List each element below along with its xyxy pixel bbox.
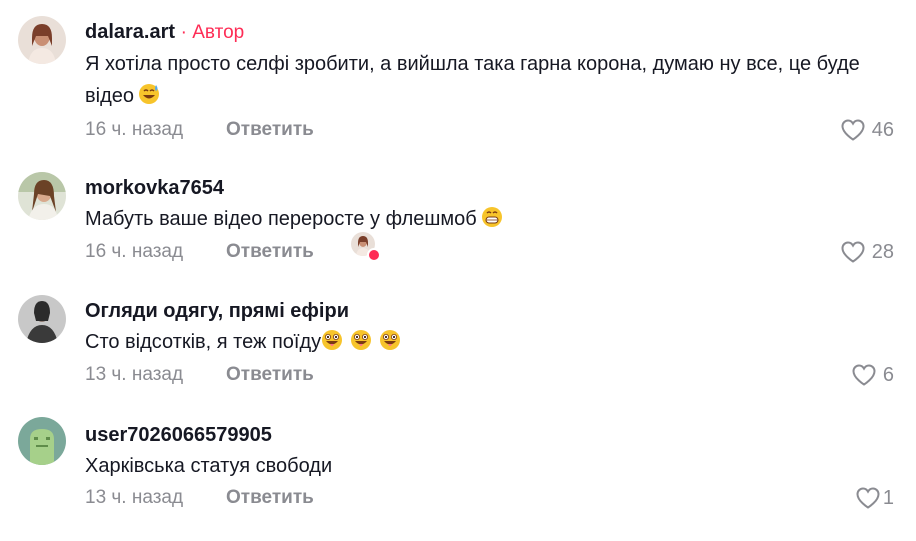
heart-icon bbox=[855, 486, 881, 510]
comment-header: user7026066579905 bbox=[85, 421, 896, 449]
timestamp: 16 ч. назад bbox=[85, 241, 184, 262]
comment-header: Огляди одягу, прямі ефіри bbox=[85, 297, 896, 325]
comment-meta: 13 ч. назад Ответить 6 bbox=[85, 361, 894, 389]
comment-item: morkovka7654 Мабуть ваше відео переросте… bbox=[0, 170, 916, 270]
heart-icon bbox=[851, 363, 877, 387]
comment-body: morkovka7654 Мабуть ваше відео переросте… bbox=[85, 174, 896, 235]
zany-face-emoji-icon bbox=[380, 330, 401, 350]
comment-header: dalara.art · Автор bbox=[85, 18, 896, 47]
avatar[interactable] bbox=[18, 295, 66, 343]
timestamp: 13 ч. назад bbox=[85, 487, 184, 508]
comment-meta: 13 ч. назад Ответить 1 bbox=[85, 484, 894, 512]
heart-badge-icon bbox=[367, 248, 381, 262]
comment-meta: 16 ч. назад Ответить 28 bbox=[85, 232, 894, 266]
comment-item: Огляди одягу, прямі ефіри Сто відсотків,… bbox=[0, 293, 916, 393]
like-count: 28 bbox=[871, 241, 894, 263]
comment-text-content: Я хотіла просто селфі зробити, а вийшла … bbox=[85, 53, 860, 107]
like-count: 46 bbox=[871, 119, 894, 141]
comment-meta: 16 ч. назад Ответить 46 bbox=[85, 116, 894, 144]
comment-body: Огляди одягу, прямі ефіри Сто відсотків,… bbox=[85, 297, 896, 358]
comment-text-content: Сто відсотків, я теж поїду bbox=[85, 331, 322, 353]
comment-item: dalara.art · Автор Я хотіла просто селфі… bbox=[0, 14, 916, 141]
avatar[interactable] bbox=[18, 172, 66, 220]
avatar[interactable] bbox=[18, 417, 66, 465]
username[interactable]: morkovka7654 bbox=[85, 177, 224, 199]
comment-text: Харківська статуя свободи bbox=[85, 450, 896, 482]
like-count: 1 bbox=[882, 487, 894, 509]
like-button[interactable]: 1 bbox=[855, 484, 894, 512]
comment-text-content: Мабуть ваше відео переросте у флешмоб bbox=[85, 208, 477, 230]
avatar[interactable] bbox=[18, 16, 66, 64]
zany-face-emoji-icon bbox=[322, 330, 343, 350]
author-badge: · Автор bbox=[180, 22, 245, 43]
comment-list: dalara.art · Автор Я хотіла просто селфі… bbox=[0, 0, 916, 541]
username[interactable]: user7026066579905 bbox=[85, 424, 272, 446]
like-button[interactable]: 28 bbox=[840, 238, 894, 266]
timestamp: 13 ч. назад bbox=[85, 364, 184, 385]
timestamp: 16 ч. назад bbox=[85, 119, 184, 140]
comment-body: user7026066579905 Харківська статуя своб… bbox=[85, 421, 896, 482]
creator-liked-badge bbox=[351, 232, 381, 262]
comment-text: Мабуть ваше відео переросте у флешмоб bbox=[85, 203, 896, 235]
like-button[interactable]: 46 bbox=[840, 116, 894, 144]
grin-emoji-icon bbox=[481, 207, 502, 227]
comment-text: Сто відсотків, я теж поїду bbox=[85, 326, 896, 358]
username[interactable]: dalara.art bbox=[85, 21, 175, 43]
like-count: 6 bbox=[882, 364, 894, 386]
heart-icon bbox=[840, 240, 866, 264]
sweat-smile-emoji-icon bbox=[138, 84, 159, 104]
comment-header: morkovka7654 bbox=[85, 174, 896, 202]
username[interactable]: Огляди одягу, прямі ефіри bbox=[85, 300, 349, 322]
reply-button[interactable]: Ответить bbox=[226, 116, 314, 144]
comment-text-content: Харківська статуя свободи bbox=[85, 455, 333, 477]
reply-button[interactable]: Ответить bbox=[226, 238, 314, 266]
heart-icon bbox=[840, 118, 866, 142]
reply-button[interactable]: Ответить bbox=[226, 361, 314, 389]
reply-button[interactable]: Ответить bbox=[226, 484, 314, 512]
comment-item: user7026066579905 Харківська статуя своб… bbox=[0, 417, 916, 517]
like-button[interactable]: 6 bbox=[851, 361, 894, 389]
comment-body: dalara.art · Автор Я хотіла просто селфі… bbox=[85, 18, 896, 112]
zany-face-emoji-icon bbox=[351, 330, 372, 350]
comment-text: Я хотіла просто селфі зробити, а вийшла … bbox=[85, 48, 865, 112]
